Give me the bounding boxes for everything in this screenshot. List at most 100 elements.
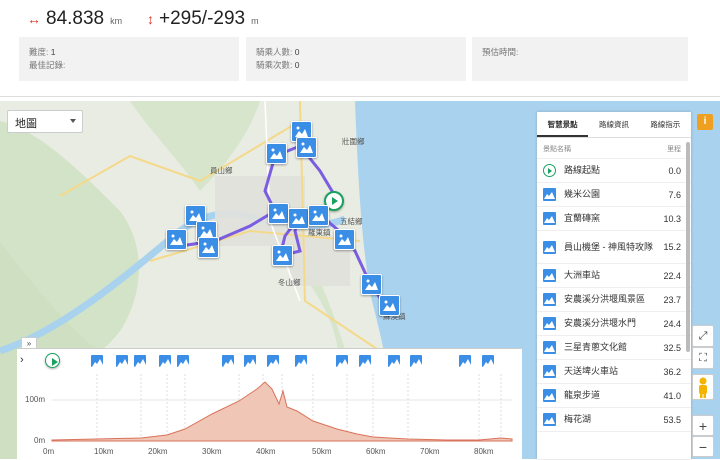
poi-list-item[interactable]: 幾米公園 7.6 [537,183,691,207]
poi-km: 53.5 [663,414,681,425]
x-label: 60km [366,447,386,456]
tab-smart-poi[interactable]: 智慧景點 [537,112,589,137]
poi-name: 天送埤火車站 [564,366,619,376]
poi-list-item[interactable]: 安農溪分洪堰風景區 23.7 [537,288,691,312]
eta-label: 預估時間: [482,47,519,57]
chevron-down-icon [70,119,76,123]
poi-list: 路線起點 0.0 幾米公園 7.6 宜蘭磚窯 10.3 員山機堡 - 神風特攻隊 15.2 大洲… [537,159,691,432]
poi-name: 三星青蔥文化館 [564,342,628,352]
distance-value: 84.838 [46,8,105,29]
info-button[interactable]: i [697,114,713,130]
poi-list-item[interactable]: 梅花湖 53.5 [537,408,691,432]
elevation-icon: ↕ [147,11,154,27]
poi-list-item[interactable]: 三星青蔥文化館 32.5 [537,336,691,360]
riders-label: 騎乘人數: [256,47,295,57]
poi-marker[interactable] [334,229,355,250]
poi-km: 7.6 [668,189,681,200]
photo-icon [543,341,556,354]
poi-km: 24.4 [663,318,681,329]
map-label-yuanshan: 員山鄉 [210,166,233,175]
distance-icon: ↔ [27,11,41,27]
rides-value: 0 [294,60,300,70]
poi-km: 0.0 [668,165,681,176]
x-label: 30km [202,447,222,456]
poi-name: 幾米公園 [564,189,601,199]
street-view-pegman-icon[interactable] [692,374,714,400]
poi-list-item[interactable]: 龍泉步道 41.0 [537,384,691,408]
x-label: 10km [94,447,114,456]
poi-name: 安農溪分洪堰風景區 [564,294,646,304]
poi-marker[interactable] [166,229,187,250]
poi-list-item[interactable]: 大洲車站 22.4 [537,264,691,288]
difficulty-panel: 難度: 1 最佳記錄: [19,37,239,81]
map-label-zhuangwei: 壯圍鄉 [342,137,365,146]
rides-label: 騎乘次數: [256,60,295,70]
poi-table-header: 景點名稱 里程 [537,138,691,159]
elevation-profile[interactable]: › 100m 0m 0m 10km 20km 30km 40km 50km 60… [17,348,522,459]
elevation-value: +295/-293 [159,8,246,29]
x-label: 20km [148,447,168,456]
y-label-0m: 0m [34,436,46,445]
poi-km: 15.2 [663,242,681,252]
best-record-label: 最佳記錄: [29,60,66,70]
poi-list-item[interactable]: 路線起點 0.0 [537,159,691,183]
x-label: 70km [420,447,440,456]
riders-value: 0 [294,47,300,57]
poi-list-item[interactable]: 員山機堡 - 神風特攻隊 15.2 [537,231,691,264]
map-label-dongshan: 冬山鄉 [278,278,301,287]
poi-list-item[interactable]: 天送埤火車站 36.2 [537,360,691,384]
poi-name: 梅花湖 [564,414,592,424]
distance-stat: ↔ 84.838 km [27,8,122,30]
photo-icon [543,389,556,402]
photo-icon [543,240,556,254]
fit-route-button[interactable]: ⤢ [692,325,714,347]
map-label-wujie: 五結鄉 [340,217,363,226]
x-label: 80km [474,447,494,456]
poi-list-item[interactable]: 宜蘭磚窯 10.3 [537,207,691,231]
poi-km: 36.2 [663,366,681,377]
map-label-luodong: 羅東鎮 [308,228,331,237]
tab-route-directions[interactable]: 路線指示 [640,112,691,137]
photo-icon [543,365,556,378]
poi-marker[interactable] [198,237,219,258]
elevation-unit: m [251,16,259,26]
poi-marker[interactable] [296,137,317,158]
poi-scrollbar[interactable] [686,142,690,352]
poi-marker[interactable] [308,205,329,226]
poi-km: 10.3 [663,213,681,224]
map-layer-select[interactable]: 地圖 [7,110,83,133]
zoom-out-button[interactable]: − [692,436,714,457]
poi-marker[interactable] [288,208,309,229]
poi-name: 員山機堡 - 神風特攻隊 [564,241,653,252]
poi-name: 大洲車站 [564,270,601,280]
eta-panel: 預估時間: [472,37,688,81]
poi-marker[interactable] [361,274,382,295]
poi-name: 安農溪分洪堰水門 [564,318,637,328]
fullscreen-button[interactable]: ⛶ [692,347,714,369]
photo-icon [543,188,556,201]
poi-km: 22.4 [663,270,681,281]
poi-marker[interactable] [266,143,287,164]
start-icon [543,164,556,177]
poi-panel: 智慧景點 路線資訊 路線指示 景點名稱 里程 路線起點 0.0 幾米公園 7.6 宜蘭磚… [537,112,691,459]
map-layer-value: 地圖 [15,118,37,130]
photo-icon [543,317,556,330]
poi-marker[interactable] [379,295,400,316]
difficulty-value: 1 [50,47,56,57]
poi-list-item[interactable]: 安農溪分洪堰水門 24.4 [537,312,691,336]
tab-route-info[interactable]: 路線資訊 [588,112,639,137]
poi-col-km: 里程 [667,146,681,153]
poi-km: 41.0 [663,390,681,401]
poi-name: 宜蘭磚窯 [564,213,601,223]
elevation-chart [51,374,513,442]
photo-icon [543,212,556,225]
poi-km: 32.5 [663,342,681,353]
x-label: 0m [43,447,55,456]
y-label-100m: 100m [25,395,46,404]
distance-unit: km [110,16,123,26]
poi-marker[interactable] [268,203,289,224]
zoom-in-button[interactable]: + [692,415,714,436]
poi-name: 路線起點 [564,165,601,175]
riders-panel: 騎乘人數: 0 騎乘次數: 0 [246,37,466,81]
poi-marker[interactable] [272,245,293,266]
